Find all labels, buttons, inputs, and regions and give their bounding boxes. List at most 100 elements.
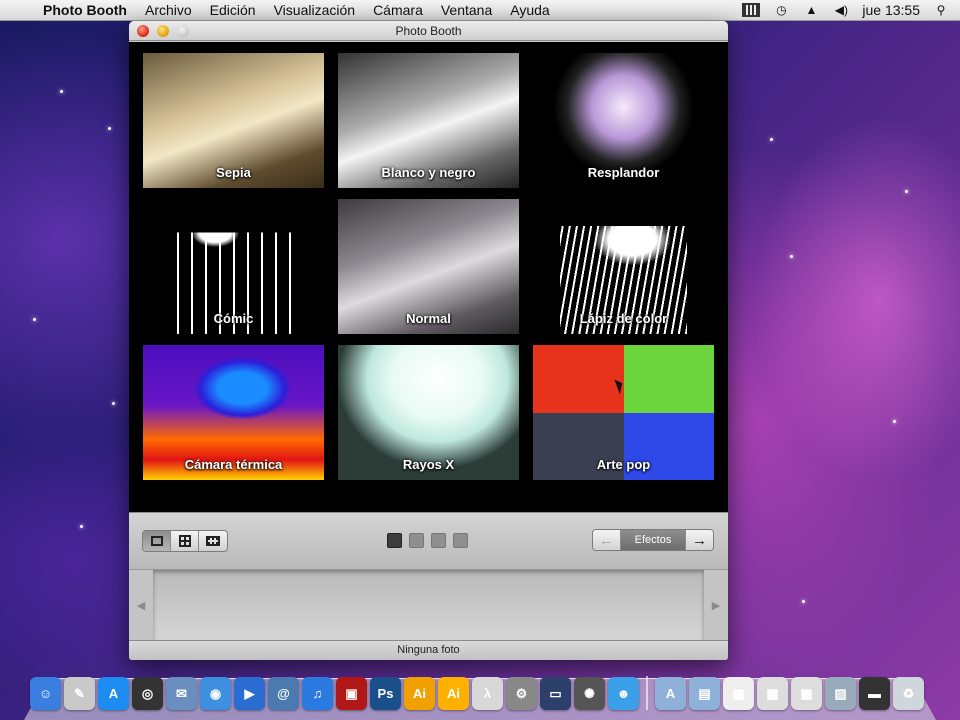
menu-extras: ◷ ▲ ◀) jue 13:55 ⚲ <box>742 2 960 18</box>
page-dot[interactable] <box>431 533 446 548</box>
eject-icon[interactable]: ▲ <box>802 3 820 17</box>
effect-label: Normal <box>406 311 451 326</box>
effect-label: Sepia <box>216 165 251 180</box>
effect-label: Resplandor <box>587 165 660 180</box>
messenger-icon[interactable]: ☻ <box>608 677 639 710</box>
window-titlebar[interactable]: Photo Booth <box>129 21 728 41</box>
effect-resplandor[interactable]: Resplandor <box>533 53 714 188</box>
volume-icon[interactable]: ◀) <box>832 3 850 17</box>
clock[interactable]: jue 13:55 <box>862 2 920 18</box>
itunes-visualizer-icon[interactable]: ✺ <box>574 677 605 710</box>
previous-effects-button[interactable]: ← <box>593 530 621 550</box>
image-stack-icon[interactable]: ▨ <box>825 677 856 710</box>
movie-icon <box>206 536 220 546</box>
effect-rayos-x[interactable]: Rayos X <box>338 345 519 480</box>
finder-icon[interactable]: ☺ <box>30 677 61 710</box>
menu-bar: Photo Booth Archivo Edición Visualizació… <box>0 0 960 21</box>
trash-icon[interactable]: ♻ <box>893 677 924 710</box>
pop-quadrant <box>533 345 624 413</box>
illustrator-alt-icon[interactable]: Ai <box>438 677 469 710</box>
app-store-icon[interactable]: A <box>98 677 129 710</box>
illustrator-icon[interactable]: Ai <box>404 677 435 710</box>
desktop-star <box>112 402 115 405</box>
desktop-star <box>893 420 896 423</box>
spotlight-icon[interactable]: ⚲ <box>932 3 950 17</box>
status-bar: Ninguna foto <box>129 640 728 660</box>
status-text: Ninguna foto <box>397 644 460 656</box>
menu-ventana[interactable]: Ventana <box>432 2 501 18</box>
desktop-star <box>80 525 83 528</box>
pop-quadrant <box>623 345 714 413</box>
close-button[interactable] <box>137 25 149 37</box>
safari-icon[interactable]: ◉ <box>200 677 231 710</box>
menu-camara[interactable]: Cámara <box>364 2 432 18</box>
photo-booth-icon[interactable]: ▣ <box>336 677 367 710</box>
preview-icon[interactable]: ✎ <box>64 677 95 710</box>
zoom-button[interactable] <box>177 25 189 37</box>
desktop-star <box>905 190 908 193</box>
effect-label: Rayos X <box>402 457 455 472</box>
screen-record-icon[interactable] <box>742 3 761 17</box>
system-preferences-icon[interactable]: ⚙ <box>506 677 537 710</box>
desktop-star <box>802 600 805 603</box>
view-mode-segmented-control <box>142 530 228 552</box>
acrobat-icon[interactable]: λ <box>472 677 503 710</box>
time-machine-icon[interactable]: ◷ <box>772 3 790 17</box>
effect-label: Cámara térmica <box>184 457 283 472</box>
effect-lapiz-de-color[interactable]: Lápiz de color <box>533 199 714 334</box>
dock-icons: ☺ ✎ A ◎ ✉ ◉ ▶ @ ♫ ▣ Ps Ai Ai λ ⚙ ▭ ✺ ☻ A ▤ ▦ ▦ ▦ ▨ ▬ ♻ <box>30 676 924 710</box>
menu-photo-booth[interactable]: Photo Booth <box>34 2 136 18</box>
effect-camara-termica[interactable]: Cámara térmica <box>143 345 324 480</box>
desktop-star <box>33 318 36 321</box>
document-stack-2-icon[interactable]: ▦ <box>757 677 788 710</box>
itunes-icon[interactable]: ♫ <box>302 677 333 710</box>
desktop-star <box>108 127 111 130</box>
strip-scroll-left-icon[interactable]: ◀ <box>129 570 153 641</box>
document-stack-3-icon[interactable]: ▦ <box>791 677 822 710</box>
effect-label: Lápiz de color <box>579 311 668 326</box>
four-up-icon <box>178 535 191 547</box>
single-photo-button[interactable] <box>143 531 171 551</box>
desktop-star <box>790 255 793 258</box>
effect-label: Arte pop <box>596 457 651 472</box>
effect-normal[interactable]: Normal <box>338 199 519 334</box>
single-photo-icon <box>150 536 163 546</box>
effects-navigation: ← Efectos → <box>592 529 714 551</box>
address-book-icon[interactable]: @ <box>268 677 299 710</box>
page-dot[interactable] <box>453 533 468 548</box>
page-dot[interactable] <box>409 533 424 548</box>
effect-sepia[interactable]: Sepia <box>143 53 324 188</box>
menu-archivo[interactable]: Archivo <box>136 2 201 18</box>
effects-grid: Sepia Blanco y negro Resplandor Cómic No… <box>129 42 728 512</box>
movie-button[interactable] <box>199 531 227 551</box>
photo-booth-window: Photo Booth Sepia Blanco y negro Resplan… <box>129 21 728 660</box>
effect-page-indicator <box>387 533 468 548</box>
minimize-button[interactable] <box>157 25 169 37</box>
menu-ayuda[interactable]: Ayuda <box>501 2 558 18</box>
menu-edicion[interactable]: Edición <box>201 2 265 18</box>
imovie-icon[interactable]: ▭ <box>540 677 571 710</box>
window-title: Photo Booth <box>395 24 462 38</box>
documents-folder-icon[interactable]: ▤ <box>689 677 720 710</box>
photo-strip-well[interactable] <box>153 570 704 641</box>
effect-label: Blanco y negro <box>381 165 476 180</box>
desktop-star <box>60 90 63 93</box>
document-stack-icon[interactable]: ▦ <box>723 677 754 710</box>
drive-stack-icon[interactable]: ▬ <box>859 677 890 710</box>
effects-button[interactable]: Efectos <box>621 530 685 550</box>
effect-label: Cómic <box>213 311 254 326</box>
effect-comic[interactable]: Cómic <box>143 199 324 334</box>
effect-arte-pop[interactable]: Arte pop <box>533 345 714 480</box>
menu-visualizacion[interactable]: Visualización <box>265 2 364 18</box>
effect-blanco-y-negro[interactable]: Blanco y negro <box>338 53 519 188</box>
next-effects-button[interactable]: → <box>685 530 713 550</box>
photoshop-icon[interactable]: Ps <box>370 677 401 710</box>
page-dot[interactable] <box>387 533 402 548</box>
applications-folder-icon[interactable]: A <box>655 677 686 710</box>
desktop-star <box>770 138 773 141</box>
strip-scroll-right-icon[interactable]: ▶ <box>704 570 728 641</box>
mail-icon[interactable]: ✉ <box>166 677 197 710</box>
dashboard-icon[interactable]: ◎ <box>132 677 163 710</box>
facetime-icon[interactable]: ▶ <box>234 677 265 710</box>
four-up-button[interactable] <box>171 531 199 551</box>
